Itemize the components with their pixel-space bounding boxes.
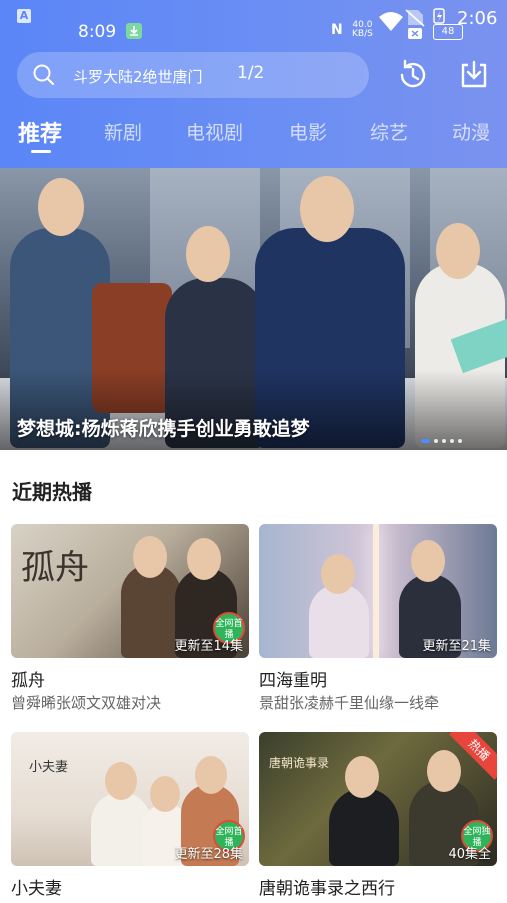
show-title: 小夫妻 (11, 879, 62, 899)
status-bar: A 8:09 N 40.0 KB/S 48 2:06 (0, 0, 507, 44)
banner-figure-head (300, 176, 354, 242)
status-time: 8:09 (78, 22, 117, 42)
show-title: 孤舟 (11, 671, 45, 691)
poster-figure-head (105, 762, 137, 800)
poster: 更新至21集 (259, 524, 497, 658)
poster-figure-head (345, 756, 379, 798)
search-bar[interactable]: 斗罗大陆2绝世唐门 1/2 (17, 52, 369, 98)
episode-count: 更新至28集 (174, 847, 243, 862)
show-title: 四海重明 (259, 671, 327, 691)
episode-count: 40集全 (448, 847, 491, 862)
status-clock: 2:06 (457, 8, 498, 29)
pagination-dot (450, 438, 454, 443)
history-button[interactable] (396, 58, 430, 96)
poster-title: 唐朝诡事录 (269, 756, 330, 770)
show-card-tang-chao-gui-shi-lu[interactable]: 唐朝诡事录 热播 全网独播 40集全 唐朝诡事录之西行 (259, 732, 497, 903)
episode-count: 更新至14集 (174, 639, 243, 654)
poster-title: 小夫妻 (29, 760, 69, 775)
search-query-text: 斗罗大陆2绝世唐门 (73, 68, 203, 86)
poster-figure-head (150, 776, 180, 812)
poster-figure (309, 584, 369, 658)
poster-figure-head (321, 554, 355, 594)
poster-title: 孤舟 (21, 548, 89, 588)
network-speed-unit: KB/S (352, 29, 373, 39)
section-title-recent: 近期热播 (12, 480, 92, 504)
history-icon (400, 59, 426, 88)
banner-pagination (421, 430, 466, 449)
poster-figure-head (411, 540, 445, 582)
download-button[interactable] (457, 58, 491, 96)
banner-figure-head (38, 178, 84, 236)
download-icon (461, 60, 487, 88)
tab-movie[interactable]: 电影 (289, 118, 327, 145)
hero-banner[interactable]: 梦想城:杨烁蒋欣携手创业勇敢追梦 (0, 168, 507, 450)
banner-figure-head (186, 226, 230, 282)
pagination-dot (458, 438, 462, 443)
poster: 唐朝诡事录 热播 全网独播 40集全 (259, 732, 497, 866)
tab-recommend[interactable]: 推荐 (18, 116, 62, 148)
wifi-icon (378, 10, 404, 36)
show-card-si-hai-chong-ming[interactable]: 更新至21集 四海重明 景甜张凌赫千里仙缘一线牵 (259, 524, 497, 724)
poster-figure-head (133, 536, 167, 578)
tab-new-series[interactable]: 新剧 (104, 118, 142, 145)
poster-figure-head (195, 756, 227, 794)
banner-figure-head (436, 223, 480, 279)
network-speed: 40.0 KB/S (352, 21, 373, 39)
pagination-dot (442, 438, 446, 443)
active-tab-indicator (31, 150, 51, 153)
show-card-gu-zhou[interactable]: 孤舟 全网首播 更新至14集 孤舟 曾舜晞张颂文双雄对决 (11, 524, 249, 724)
poster-figure-head (427, 750, 461, 792)
poster-light-beam (373, 524, 379, 658)
show-subtitle: 景甜张凌赫千里仙缘一线牵 (259, 694, 440, 712)
search-icon (32, 63, 56, 91)
poster-figure (329, 788, 399, 866)
poster-figure (121, 564, 181, 658)
search-page-indicator: 1/2 (237, 63, 265, 83)
category-tabs: 推荐 新剧 电视剧 电影 综艺 动漫 (0, 112, 507, 158)
show-subtitle: 曾舜晞张颂文双雄对决 (11, 694, 162, 712)
tab-variety[interactable]: 综艺 (370, 118, 408, 145)
banner-caption: 梦想城:杨烁蒋欣携手创业勇敢追梦 (17, 418, 310, 440)
download-notification-icon (126, 23, 142, 39)
app-notification-icon: A (17, 9, 31, 23)
tab-anime[interactable]: 动漫 (452, 118, 490, 145)
show-card-xiao-fu-qi[interactable]: 小夫妻 全网首播 更新至28集 小夫妻 (11, 732, 249, 903)
episode-count: 更新至21集 (422, 639, 491, 654)
no-sim-icon (404, 8, 426, 44)
tab-tv-series[interactable]: 电视剧 (186, 118, 243, 145)
pagination-dot-active (421, 438, 430, 443)
poster-figure-head (187, 538, 221, 580)
show-title: 唐朝诡事录之西行 (259, 879, 395, 899)
pagination-dot (434, 438, 438, 443)
poster: 孤舟 全网首播 更新至14集 (11, 524, 249, 658)
nfc-icon: N (331, 22, 343, 38)
poster: 小夫妻 全网首播 更新至28集 (11, 732, 249, 866)
